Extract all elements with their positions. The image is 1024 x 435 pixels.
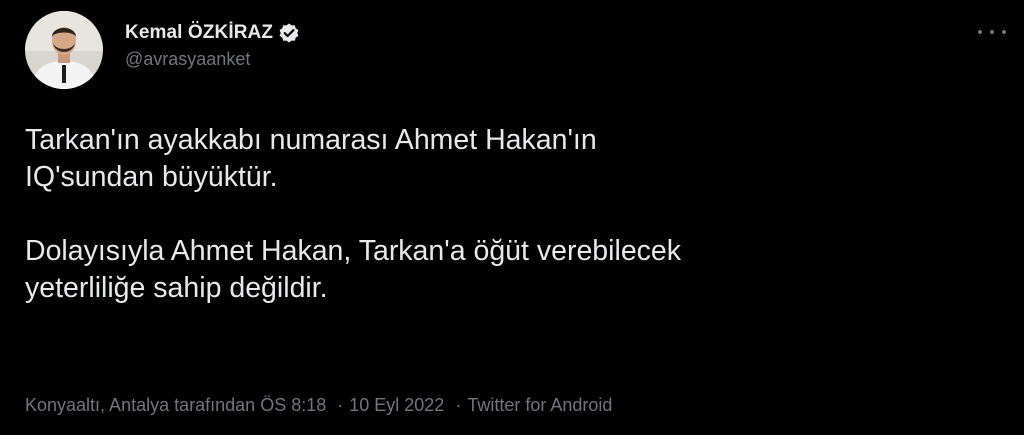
tweet-time[interactable]: ÖS 8:18 (260, 395, 326, 415)
meta-separator: · (337, 395, 344, 415)
meta-separator: · (455, 395, 462, 415)
more-horizontal-icon[interactable] (978, 20, 1006, 44)
tweet-card: Kemal ÖZKİRAZ @avrasyaanket Tarkan'ın ay… (0, 0, 1024, 435)
more-dot (990, 30, 994, 34)
more-dot (978, 30, 982, 34)
tweet-source[interactable]: Twitter for Android (467, 395, 612, 415)
verified-badge-icon (278, 22, 300, 44)
user-info: Kemal ÖZKİRAZ @avrasyaanket (125, 19, 300, 70)
more-dot (1002, 30, 1006, 34)
tweet-line: Dolayısıyla Ahmet Hakan, Tarkan'a öğüt v… (25, 235, 682, 267)
avatar-image (25, 11, 103, 89)
avatar[interactable] (25, 11, 103, 89)
tweet-location: Konyaaltı, Antalya tarafından (25, 395, 256, 415)
tweet-line: IQ'sundan büyüktür. (25, 161, 278, 193)
user-handle[interactable]: @avrasyaanket (125, 49, 300, 70)
name-row: Kemal ÖZKİRAZ (125, 19, 300, 47)
tweet-date[interactable]: 10 Eyl 2022 (349, 395, 444, 415)
tweet-line: yeterliliğe sahip değildir. (25, 272, 328, 304)
tweet-text: Tarkan'ın ayakkabı numarası Ahmet Hakan'… (25, 122, 985, 307)
display-name[interactable]: Kemal ÖZKİRAZ (125, 22, 273, 44)
tweet-header: Kemal ÖZKİRAZ @avrasyaanket (25, 10, 300, 90)
tweet-meta: Konyaaltı, Antalya tarafından ÖS 8:18 · 1… (25, 395, 612, 416)
tweet-line: Tarkan'ın ayakkabı numarası Ahmet Hakan'… (25, 124, 597, 156)
